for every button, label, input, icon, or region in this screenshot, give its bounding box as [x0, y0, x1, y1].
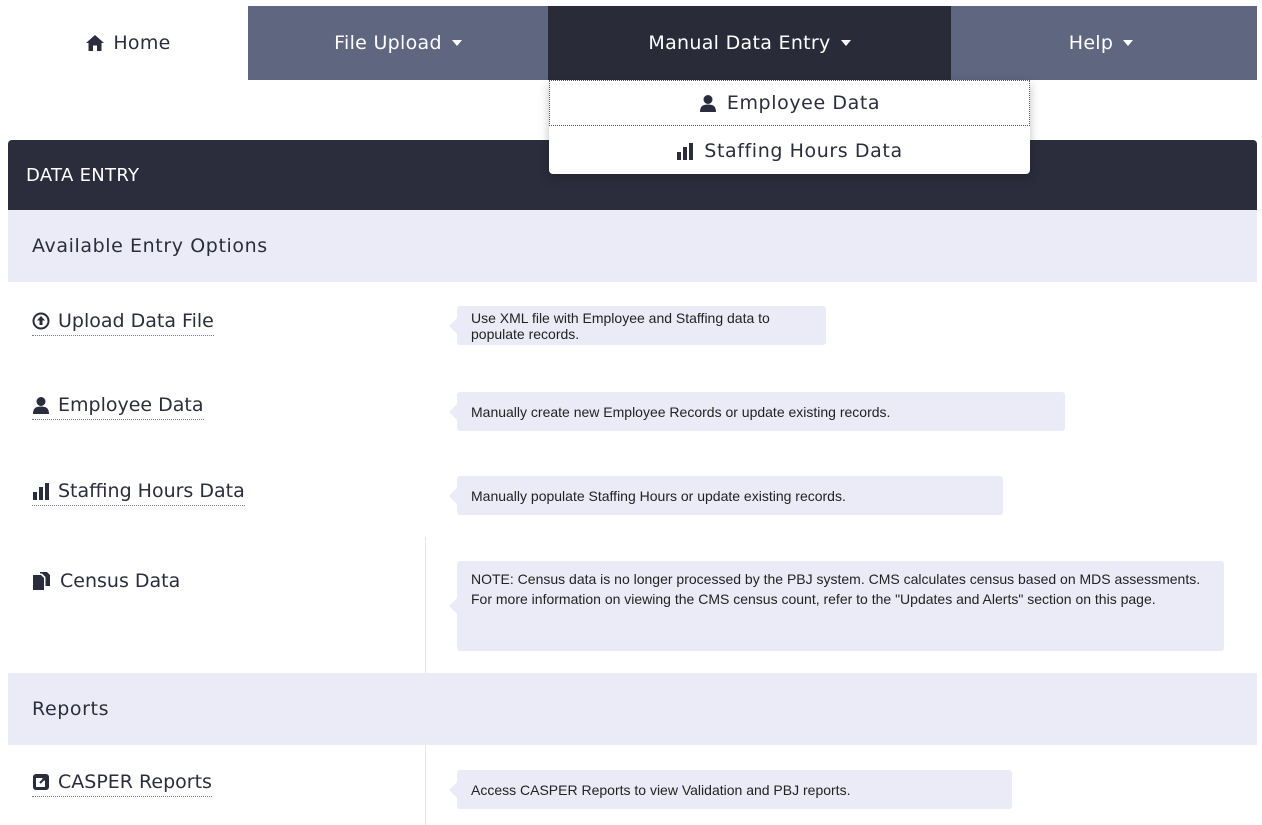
dropdown-item-label: Employee Data	[726, 92, 881, 114]
entry-row-staffing: Staffing Hours Data Manually populate St…	[8, 454, 1257, 540]
dropdown-item-label: Staffing Hours Data	[704, 140, 903, 162]
home-icon	[85, 34, 105, 52]
entry-row-census: Census Data NOTE: Census data is no long…	[8, 540, 1257, 673]
casper-description: Access CASPER Reports to view Validation…	[449, 770, 1012, 809]
report-row-casper: CASPER Reports Access CASPER Reports to …	[8, 745, 1257, 825]
upload-circle-icon	[32, 312, 50, 330]
nav-help[interactable]: Help	[951, 6, 1251, 80]
upload-description: Use XML file with Employee and Staffing …	[449, 306, 826, 345]
top-nav: Home File Upload Manual Data Entry Help	[8, 6, 1257, 80]
staffing-hours-data-label: Staffing Hours Data	[58, 480, 245, 502]
nav-home[interactable]: Home	[8, 6, 248, 80]
nav-home-label: Home	[113, 32, 171, 54]
bar-chart-icon	[32, 482, 50, 500]
bar-chart-icon	[676, 142, 694, 160]
caret-down-icon	[451, 40, 462, 46]
user-icon	[699, 94, 717, 112]
nav-manual-data-entry-label: Manual Data Entry	[648, 32, 831, 54]
nav-file-upload[interactable]: File Upload	[248, 6, 548, 80]
upload-data-file-link[interactable]: Upload Data File	[32, 310, 214, 336]
caret-down-icon	[1123, 40, 1134, 46]
external-link-icon	[32, 773, 50, 791]
entry-row-employee: Employee Data Manually create new Employ…	[8, 368, 1257, 454]
census-note: NOTE: Census data is no longer processed…	[449, 561, 1224, 651]
manual-entry-dropdown: Employee Data Staffing Hours Data	[549, 80, 1030, 174]
data-entry-panel: DATA ENTRY Available Entry Options Uploa…	[8, 140, 1257, 825]
documents-icon	[32, 572, 52, 590]
employee-data-link[interactable]: Employee Data	[32, 394, 204, 420]
employee-data-label: Employee Data	[58, 394, 204, 416]
dropdown-item-staffing-hours-data[interactable]: Staffing Hours Data	[549, 128, 1030, 174]
entry-row-upload: Upload Data File Use XML file with Emplo…	[8, 282, 1257, 368]
nav-file-upload-label: File Upload	[334, 32, 442, 54]
census-data-label: Census Data	[60, 570, 181, 592]
staffing-hours-data-link[interactable]: Staffing Hours Data	[32, 480, 245, 506]
employee-description: Manually create new Employee Records or …	[449, 392, 1065, 431]
upload-data-file-label: Upload Data File	[58, 310, 214, 332]
user-icon	[32, 396, 50, 414]
casper-reports-link[interactable]: CASPER Reports	[32, 771, 212, 797]
casper-reports-label: CASPER Reports	[58, 771, 212, 793]
dropdown-item-employee-data[interactable]: Employee Data	[549, 80, 1030, 126]
nav-manual-data-entry[interactable]: Manual Data Entry	[548, 6, 951, 80]
section-reports: Reports	[8, 673, 1257, 745]
section-available-entry-options: Available Entry Options	[8, 210, 1257, 282]
caret-down-icon	[840, 40, 851, 46]
nav-help-label: Help	[1068, 32, 1114, 54]
census-data-label-group: Census Data	[32, 570, 180, 595]
staffing-description: Manually populate Staffing Hours or upda…	[449, 476, 1003, 515]
